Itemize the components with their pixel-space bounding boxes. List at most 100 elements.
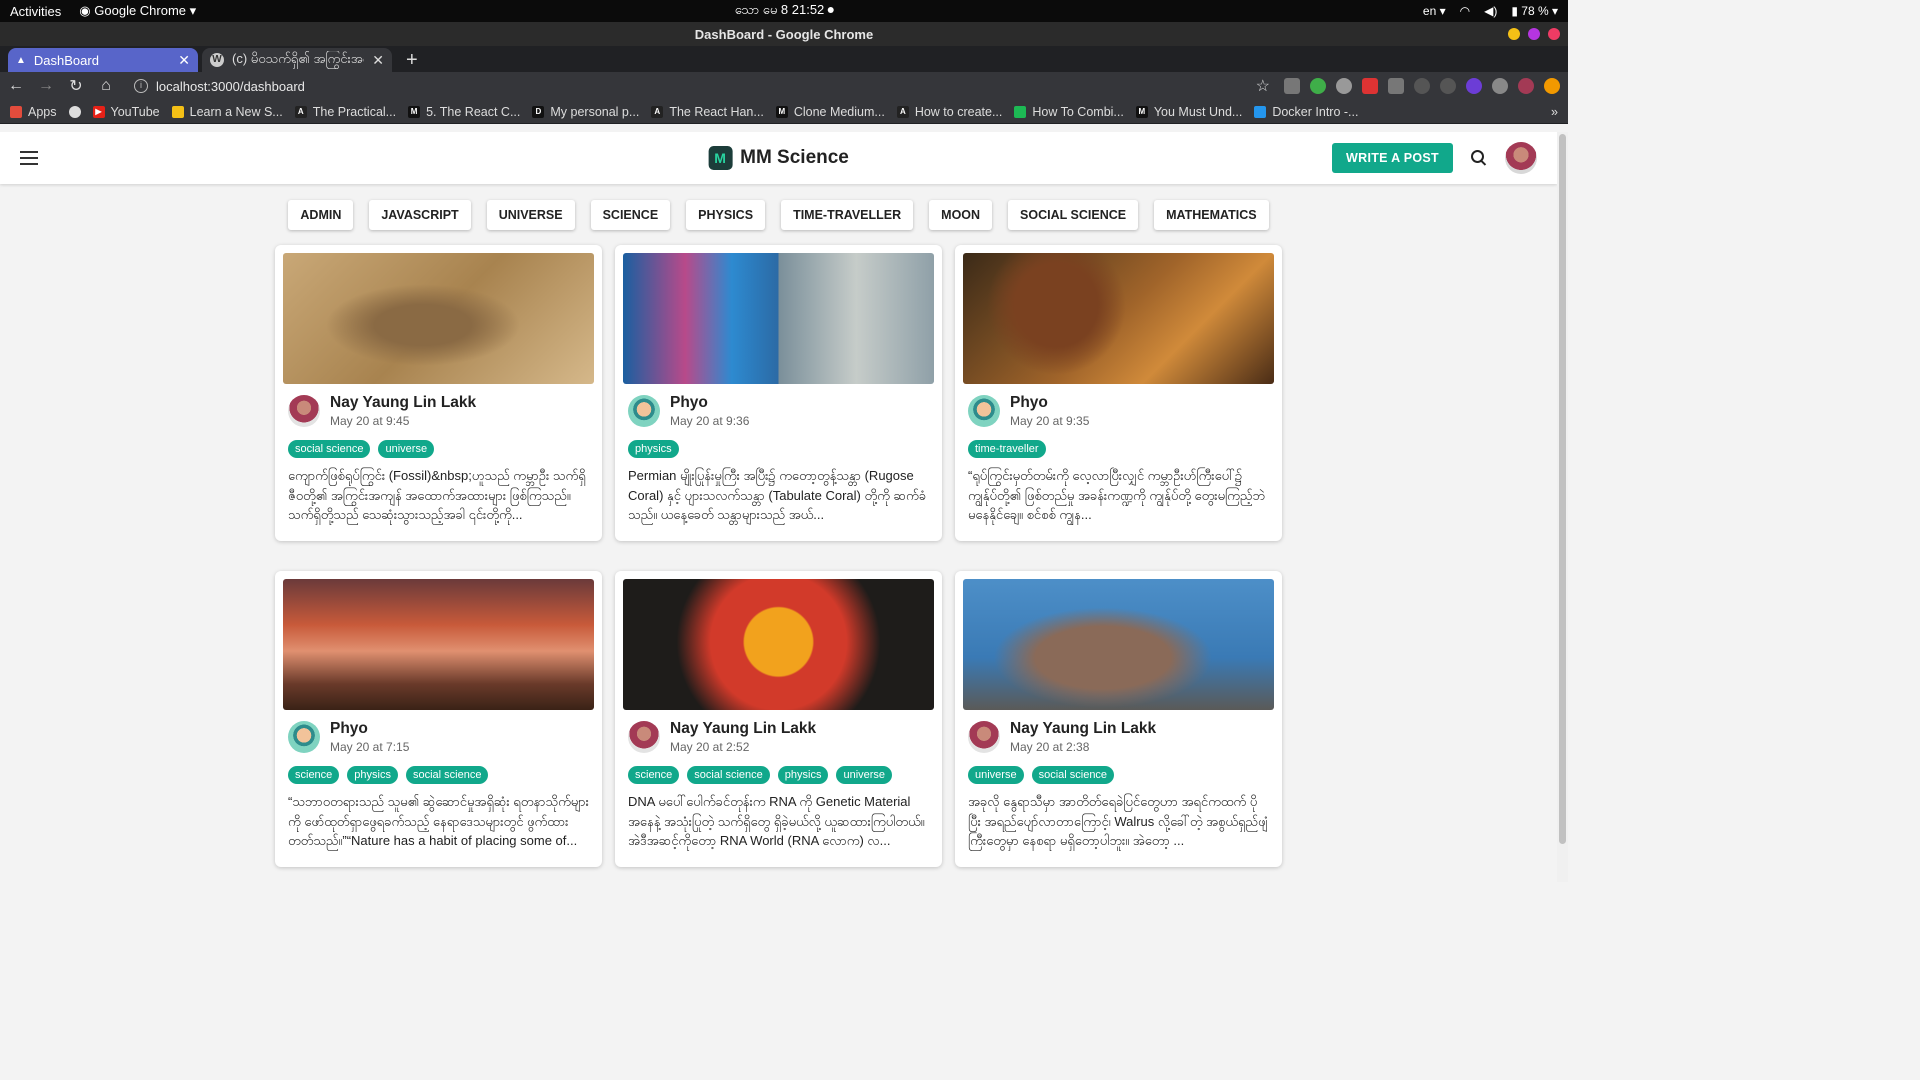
bookmark-personal[interactable]: D My personal p... [532, 105, 639, 119]
author-avatar[interactable] [288, 395, 320, 427]
bookmark-you-must[interactable]: M You Must Und... [1135, 105, 1242, 119]
new-tab-button[interactable]: + [396, 48, 428, 72]
author-avatar[interactable] [288, 721, 320, 753]
bookmark-learn[interactable]: Learn a New S... [171, 105, 283, 119]
author-name[interactable]: Phyo [670, 394, 749, 412]
post-image-caveman[interactable] [963, 253, 1274, 384]
bookmark-practical[interactable]: A The Practical... [294, 105, 396, 119]
on-extension-icon[interactable] [1310, 78, 1326, 94]
search-icon[interactable] [1471, 150, 1487, 166]
update-icon[interactable] [1544, 78, 1560, 94]
tag[interactable]: social science [288, 440, 371, 458]
close-tab-icon[interactable]: ✕ [372, 52, 384, 69]
close-tab-icon[interactable]: ✕ [178, 52, 190, 69]
tag[interactable]: physics [347, 766, 398, 784]
bookmark-apps[interactable]: Apps [10, 105, 57, 119]
tag[interactable]: social science [687, 766, 770, 784]
battery-indicator[interactable]: ▮ 78 % ▾ [1511, 4, 1558, 18]
post-card[interactable]: Phyo May 20 at 9:36 physics Permian မျိုး… [615, 245, 942, 541]
author-name[interactable]: Nay Yaung Lin Lakk [330, 394, 476, 412]
tab-dashboard[interactable]: ▲ DashBoard ✕ [8, 48, 198, 72]
author-name[interactable]: Phyo [330, 720, 409, 738]
post-image-coral[interactable] [623, 253, 934, 384]
wifi-icon[interactable]: ◠ [1460, 4, 1470, 18]
app-menu[interactable]: ◉ Google Chrome ▾ [79, 3, 196, 19]
bookmark-youtube[interactable]: ▶ YouTube [92, 105, 160, 119]
post-card[interactable]: Phyo May 20 at 9:35 time-traveller “ရုပ်က… [955, 245, 1282, 541]
target-extension-icon[interactable] [1336, 78, 1352, 94]
menu-icon[interactable] [20, 151, 38, 165]
bookmark-docker[interactable]: Docker Intro -... [1254, 105, 1358, 119]
back-icon[interactable]: ← [8, 77, 24, 95]
tag[interactable]: universe [836, 766, 893, 784]
bookmark-globe[interactable] [68, 105, 81, 118]
page-scrollbar[interactable] [1557, 132, 1568, 882]
author-avatar[interactable] [628, 721, 660, 753]
post-card[interactable]: Nay Yaung Lin Lakk May 20 at 2:52 science… [615, 571, 942, 867]
category-universe[interactable]: UNIVERSE [486, 200, 575, 230]
category-moon[interactable]: MOON [929, 200, 993, 230]
purple-extension-icon[interactable] [1466, 78, 1482, 94]
post-image-walrus[interactable] [963, 579, 1274, 710]
activities-button[interactable]: Activities [10, 4, 61, 19]
author-avatar[interactable] [628, 395, 660, 427]
volume-icon[interactable]: ◀) [1484, 4, 1497, 18]
tag[interactable]: physics [628, 440, 679, 458]
bookmark-react-course[interactable]: M 5. The React C... [408, 105, 520, 119]
tag[interactable]: social science [1031, 766, 1115, 784]
close-window-button[interactable] [1548, 28, 1560, 40]
category-admin[interactable]: ADMIN [288, 200, 354, 230]
category-javascript[interactable]: JAVASCRIPT [369, 200, 471, 230]
site-info-icon[interactable]: i [134, 79, 148, 93]
grayscale-extension-icon[interactable] [1440, 78, 1456, 94]
category-physics[interactable]: PHYSICS [686, 200, 766, 230]
author-name[interactable]: Phyo [1010, 394, 1089, 412]
tag[interactable]: social science [405, 766, 489, 784]
more-bookmarks-icon[interactable]: » [1551, 105, 1558, 119]
bookmark-react-handbook[interactable]: A The React Han... [651, 105, 764, 119]
tag[interactable]: universe [378, 440, 435, 458]
user-avatar[interactable] [1505, 142, 1537, 174]
post-card[interactable]: Nay Yaung Lin Lakk May 20 at 9:45 social … [275, 245, 602, 541]
bookmark-how-to-create[interactable]: A How to create... [896, 105, 1002, 119]
bookmark-clone-medium[interactable]: M Clone Medium... [775, 105, 885, 119]
tag[interactable]: time-traveller [968, 440, 1046, 458]
post-excerpt[interactable]: “ရုပ်ကြွင်းမှတ်တမ်းကို လေ့လာပြီးလျှင် ကမ… [963, 466, 1274, 525]
post-image-fossil[interactable] [283, 253, 594, 384]
tag[interactable]: science [288, 766, 340, 784]
tag[interactable]: science [628, 766, 680, 784]
post-card[interactable]: Phyo May 20 at 7:15 science physics socia… [275, 571, 602, 867]
category-science[interactable]: SCIENCE [590, 200, 671, 230]
home-icon[interactable]: ⌂ [98, 77, 114, 95]
bookmark-how-to-combine[interactable]: How To Combi... [1014, 105, 1124, 119]
post-excerpt[interactable]: DNA မပေါ်ပေါက်ခင်တုန်းက RNA ကို Genetic … [623, 792, 934, 851]
red-extension-icon[interactable] [1362, 78, 1378, 94]
camera-extension-icon[interactable] [1284, 78, 1300, 94]
post-card[interactable]: Nay Yaung Lin Lakk May 20 at 2:38 univers… [955, 571, 1282, 867]
scrollbar-thumb[interactable] [1559, 134, 1566, 844]
tab-article[interactable]: W (c) မိဝသက်ရှိ၏ အကြွင်းအကျ ✕ [202, 48, 392, 72]
brand[interactable]: M MM Science [708, 146, 849, 170]
category-mathematics[interactable]: MATHEMATICS [1154, 200, 1269, 230]
category-social-science[interactable]: SOCIAL SCIENCE [1008, 200, 1139, 230]
post-excerpt[interactable]: Permian မျိုးပြုန်းမှုကြီး အပြီး၌ ကတော့တ… [623, 466, 934, 525]
tag[interactable]: universe [968, 766, 1024, 784]
clock[interactable]: သော မေ 8 21:52 [735, 2, 834, 21]
author-avatar[interactable] [968, 395, 1000, 427]
puzzle-extension-icon[interactable] [1492, 78, 1508, 94]
language-indicator[interactable]: en ▾ [1423, 4, 1446, 18]
post-excerpt[interactable]: အခုလို နွေရာသီမှာ အာတိတ်ရေခဲပြင်တွေဟာ အရ… [963, 792, 1274, 851]
wave-extension-icon[interactable] [1414, 78, 1430, 94]
minimize-button[interactable] [1508, 28, 1520, 40]
post-image-virus[interactable] [623, 579, 934, 710]
profile-icon[interactable] [1518, 78, 1534, 94]
reload-icon[interactable]: ↻ [68, 76, 84, 96]
author-avatar[interactable] [968, 721, 1000, 753]
address-bar[interactable]: i localhost:3000/dashboard [128, 74, 1242, 98]
maximize-button[interactable] [1528, 28, 1540, 40]
category-time-traveller[interactable]: TIME-TRAVELLER [781, 200, 914, 230]
post-image-volcano[interactable] [283, 579, 594, 710]
author-name[interactable]: Nay Yaung Lin Lakk [1010, 720, 1156, 738]
bookmark-star-icon[interactable]: ☆ [1256, 76, 1270, 96]
post-excerpt[interactable]: ကျောက်ဖြစ်ရုပ်ကြွင်း (Fossil)&nbsp;ဟူသည်… [283, 466, 594, 525]
